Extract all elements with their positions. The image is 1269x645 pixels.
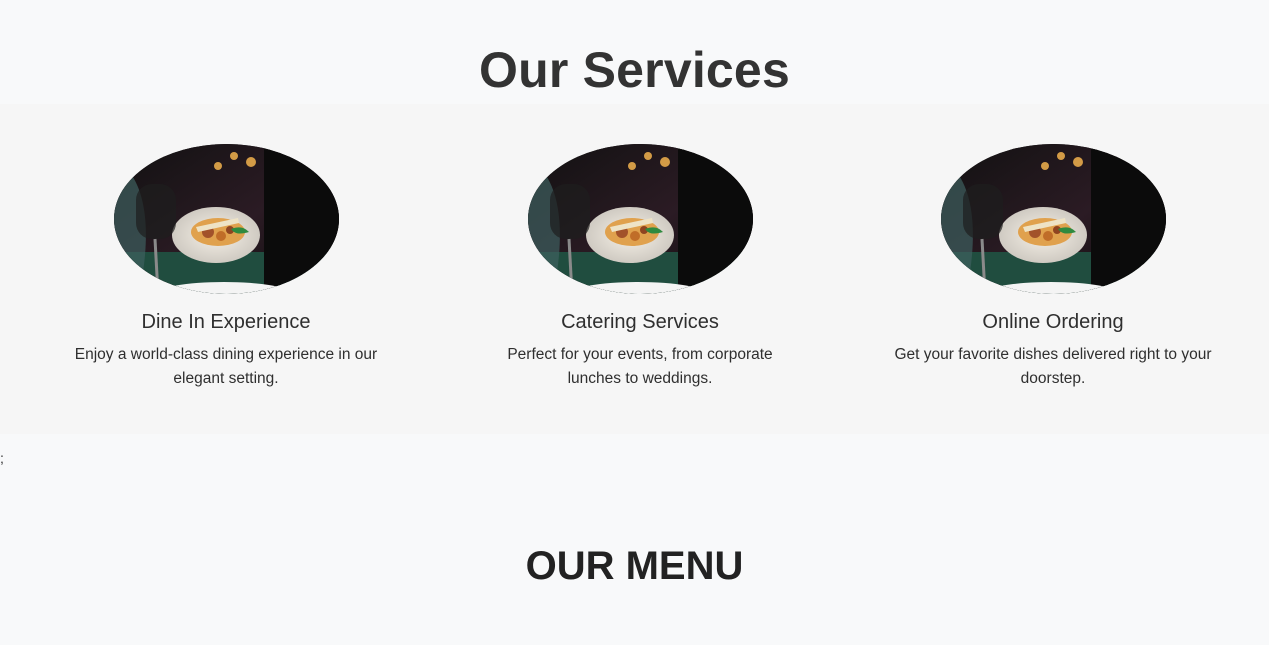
service-title-catering: Catering Services xyxy=(561,311,719,333)
dish-photo-icon xyxy=(527,144,753,294)
service-card-catering: Catering Services Perfect for your event… xyxy=(465,144,815,391)
stray-semicolon: ; xyxy=(0,450,4,466)
dish-photo-icon xyxy=(940,144,1166,294)
catering-image xyxy=(527,144,753,294)
dish-photo-icon xyxy=(113,144,339,294)
online-ordering-image xyxy=(940,144,1166,294)
page: Our Services Dine In Experience Enjoy a … xyxy=(0,0,1269,645)
service-text-catering: Perfect for your events, from corporate … xyxy=(507,346,773,387)
service-card-dine-in: Dine In Experience Enjoy a world-class d… xyxy=(51,144,401,391)
service-title-online-ordering: Online Ordering xyxy=(982,311,1124,333)
service-text-dine-in: Enjoy a world-class dining experience in… xyxy=(74,346,378,387)
menu-title: OUR MENU xyxy=(525,544,744,588)
dine-in-image xyxy=(113,144,339,294)
services-title: Our Services xyxy=(479,42,790,98)
service-card-online-ordering: Online Ordering Get your favorite dishes… xyxy=(878,144,1228,391)
service-title-dine-in: Dine In Experience xyxy=(141,311,311,333)
service-text-online-ordering: Get your favorite dishes delivered right… xyxy=(894,346,1212,387)
